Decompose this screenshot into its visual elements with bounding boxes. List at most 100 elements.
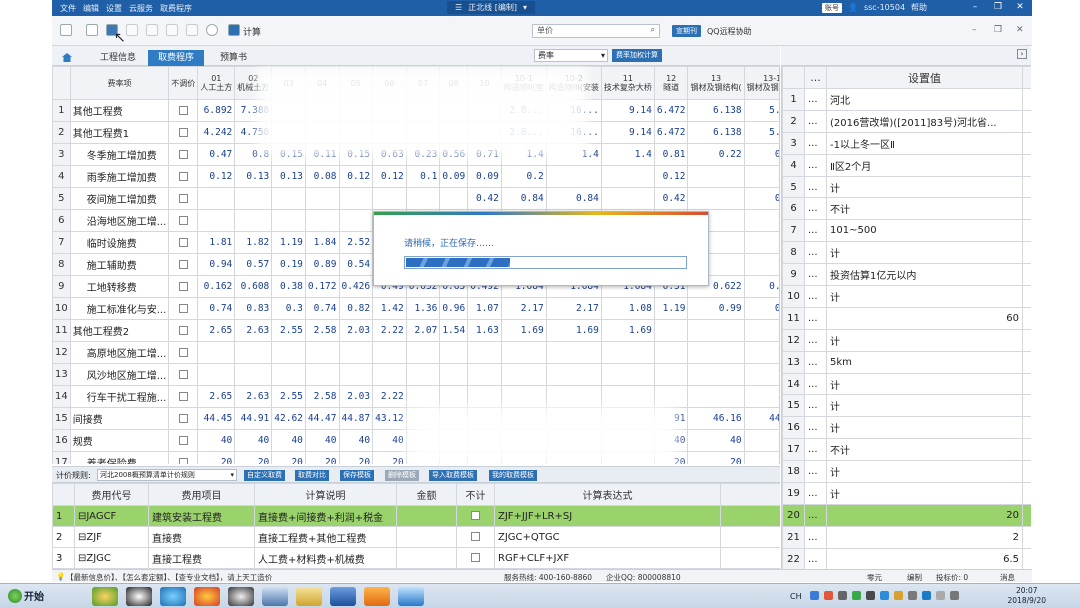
- settings-row-dots[interactable]: ...: [804, 372, 827, 396]
- settings-value[interactable]: 计: [826, 416, 1023, 440]
- table-row[interactable]: 10 施工标准化与安... 0.74 0.83 0.3 0.74 0.82 1.42 1.36 0…: [52, 297, 779, 320]
- rate-cell[interactable]: [653, 319, 689, 342]
- rate-cell[interactable]: 0.42: [467, 187, 502, 210]
- fee-exclude-cell[interactable]: [456, 505, 495, 527]
- settings-value[interactable]: 不计: [826, 438, 1023, 462]
- rate-cell[interactable]: 20: [197, 451, 236, 464]
- rate-cell[interactable]: 1.82: [234, 231, 273, 254]
- rate-cell[interactable]: 1.42: [372, 297, 407, 320]
- no-adjust-checkbox-cell[interactable]: [168, 121, 199, 144]
- settings-value[interactable]: 60: [826, 306, 1023, 330]
- rate-cell[interactable]: [743, 209, 779, 232]
- app-taskbar-icon[interactable]: [92, 587, 118, 606]
- rate-cell[interactable]: 0.162: [197, 275, 236, 298]
- rate-cell[interactable]: [467, 341, 502, 364]
- help-menu[interactable]: 帮助: [911, 2, 927, 13]
- rate-cell[interactable]: [304, 363, 340, 386]
- rate-cell[interactable]: 0.908: [743, 275, 779, 298]
- rate-cell[interactable]: 20: [743, 451, 779, 464]
- rate-cell[interactable]: 0.1: [405, 165, 441, 188]
- explorer-taskbar-icon[interactable]: [262, 587, 288, 606]
- no-adjust-checkbox[interactable]: [178, 237, 188, 247]
- rate-cell[interactable]: [197, 187, 236, 210]
- start-orb-icon[interactable]: [8, 589, 22, 603]
- settings-row-dots[interactable]: ...: [804, 241, 827, 265]
- row-name[interactable]: 施工辅助费: [69, 253, 170, 276]
- collapse-panel-icon[interactable]: ›: [1017, 49, 1027, 59]
- row-name[interactable]: 沿海地区施工增...: [69, 209, 170, 232]
- rate-cell[interactable]: 0.22: [687, 143, 745, 166]
- rate-cell[interactable]: 0.13: [271, 165, 306, 188]
- panel-minimize-icon[interactable]: –: [972, 25, 977, 35]
- rate-cell[interactable]: 2.63: [234, 319, 273, 342]
- tray-icon[interactable]: [866, 591, 875, 600]
- settings-row-dots[interactable]: ...: [804, 503, 827, 527]
- row-name[interactable]: 工地转移费: [69, 275, 170, 298]
- settings-value[interactable]: 计: [826, 328, 1023, 352]
- rate-cell[interactable]: 0.81: [653, 143, 689, 166]
- table-row[interactable]: 13 风沙地区施工增...: [52, 363, 779, 386]
- rate-cell[interactable]: [197, 209, 236, 232]
- table-row[interactable]: 4 雨季施工增加费 0.12 0.13 0.13 0.08 0.12 0.12 0.1 0.09 0…: [52, 165, 779, 188]
- tray-icon[interactable]: [810, 591, 819, 600]
- rate-cell[interactable]: 20: [687, 451, 745, 464]
- rate-cell[interactable]: [687, 165, 745, 188]
- rate-cell[interactable]: 0.74: [304, 297, 340, 320]
- rate-cell[interactable]: 0.96: [439, 297, 469, 320]
- rate-cell[interactable]: 2.52: [338, 231, 374, 254]
- settings-row[interactable]: 19... 计: [782, 482, 1031, 505]
- rate-cell[interactable]: 9.14: [600, 99, 655, 122]
- table-row[interactable]: 5夜间施工增加费0.420.840.840.420.44: [52, 187, 779, 210]
- rate-cell[interactable]: 46.16: [687, 407, 745, 430]
- rate-cell[interactable]: 1.81: [197, 231, 236, 254]
- settings-value[interactable]: 计: [826, 372, 1023, 396]
- rate-cell[interactable]: 1.4: [600, 143, 655, 166]
- rate-cell[interactable]: [743, 363, 779, 386]
- rate-cell[interactable]: [653, 363, 689, 386]
- rate-cell[interactable]: 20: [338, 451, 374, 464]
- menu-cloud[interactable]: 云服务: [129, 3, 153, 14]
- no-adjust-checkbox-cell[interactable]: [168, 99, 199, 122]
- rate-cell[interactable]: [545, 341, 602, 364]
- rate-cell[interactable]: 44.87: [338, 407, 374, 430]
- status-message[interactable]: 消息: [1000, 572, 1015, 583]
- no-adjust-checkbox-cell[interactable]: [168, 385, 199, 408]
- fee-desc[interactable]: 直接费+间接费+利润+税金: [254, 505, 397, 527]
- rate-cell[interactable]: 0.42: [653, 187, 689, 210]
- settings-row-dots[interactable]: ...: [804, 263, 827, 287]
- settings-row[interactable]: 20... 20: [782, 503, 1031, 527]
- rate-cell[interactable]: 0.08: [304, 165, 340, 188]
- no-adjust-checkbox[interactable]: [178, 457, 188, 464]
- settings-value[interactable]: 计: [826, 394, 1023, 418]
- rate-cell[interactable]: [600, 363, 655, 386]
- rate-cell[interactable]: 0.608: [234, 275, 273, 298]
- rate-cell[interactable]: [234, 341, 273, 364]
- rate-cell[interactable]: 2.17: [545, 297, 602, 320]
- settings-value[interactable]: 6.5: [826, 547, 1023, 569]
- rate-cell[interactable]: [405, 385, 441, 408]
- rate-cell[interactable]: [439, 385, 469, 408]
- rate-cell[interactable]: 2.22: [372, 385, 407, 408]
- rate-cell[interactable]: [467, 385, 502, 408]
- rate-cell[interactable]: [743, 385, 779, 408]
- no-adjust-checkbox-cell[interactable]: [168, 297, 199, 320]
- rate-cell[interactable]: 6.472: [653, 99, 689, 122]
- rate-cell[interactable]: 1.63: [467, 319, 502, 342]
- fee-item[interactable]: 直接工程费: [148, 547, 255, 569]
- settings-row-dots[interactable]: ...: [804, 109, 827, 133]
- delete-template-button[interactable]: 删除模板: [385, 470, 419, 481]
- rate-cell[interactable]: 0.99: [687, 297, 745, 320]
- rate-cell[interactable]: [338, 363, 374, 386]
- no-adjust-checkbox-cell[interactable]: [168, 407, 199, 430]
- rate-cell[interactable]: 2.03: [338, 385, 374, 408]
- no-adjust-checkbox-cell[interactable]: [168, 429, 199, 452]
- rate-cell[interactable]: 0.09: [467, 165, 502, 188]
- rate-cell[interactable]: 0.84: [545, 187, 602, 210]
- qq-taskbar-icon[interactable]: [126, 587, 152, 606]
- document-title[interactable]: ☰ 正北线 [编制] ▾: [447, 1, 535, 14]
- rate-cell[interactable]: 9.14: [600, 121, 655, 144]
- no-adjust-checkbox-cell[interactable]: [168, 319, 199, 342]
- account-box[interactable]: 账号: [822, 2, 842, 13]
- browser-taskbar-icon[interactable]: [160, 587, 186, 606]
- tray-icon[interactable]: [922, 591, 931, 600]
